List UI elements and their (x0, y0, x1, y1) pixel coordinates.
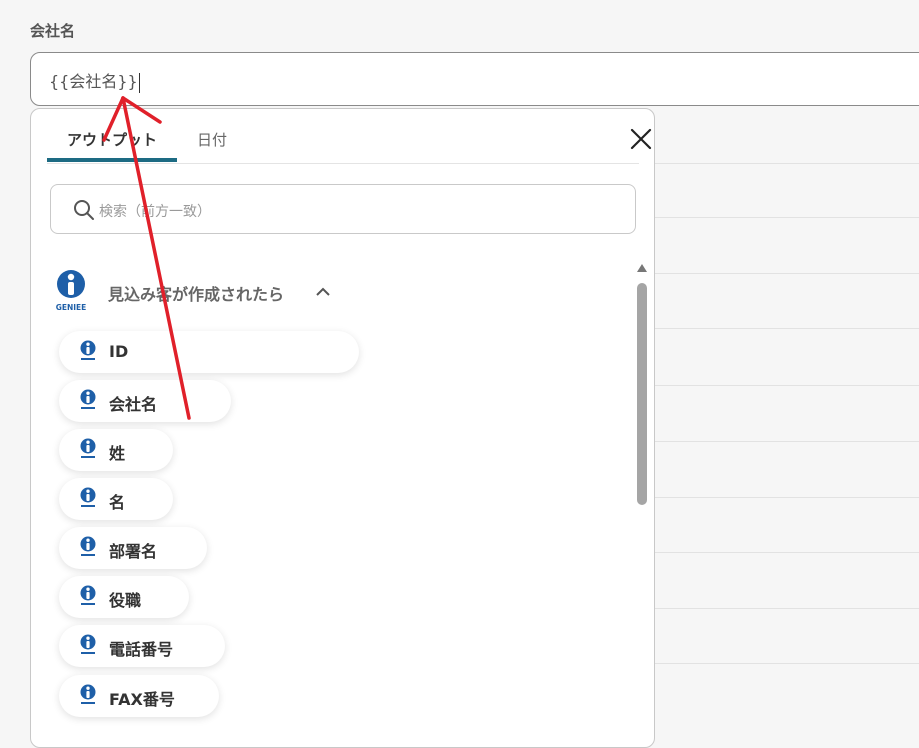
svg-text:GENIEE: GENIEE (56, 303, 87, 312)
text-caret (138, 72, 140, 93)
output-picker-popup: アウトプット 日付 検索（前方一致） GENIEE 見込み客が作成されたら ID… (30, 108, 655, 748)
output-item-job-title[interactable]: 役職 (59, 576, 189, 618)
search-input[interactable]: 検索（前方一致） (50, 184, 636, 234)
output-item-first-name[interactable]: 名 (59, 478, 173, 520)
group-title: 見込み客が作成されたら (108, 285, 285, 304)
background-rows (655, 108, 919, 726)
input-value: {{会社名}} (49, 72, 140, 93)
company-name-input[interactable]: {{会社名}} (30, 52, 919, 106)
search-placeholder: 検索（前方一致） (99, 204, 211, 220)
geniee-logo-icon (80, 487, 96, 507)
geniee-logo-icon (80, 536, 96, 556)
output-item-label: FAX番号 (109, 690, 175, 709)
output-item-phone[interactable]: 電話番号 (59, 625, 225, 667)
geniee-logo-icon (80, 340, 96, 360)
tab-date[interactable]: 日付 (197, 129, 227, 150)
chevron-up-icon[interactable] (315, 285, 331, 297)
scroll-thumb[interactable] (637, 283, 647, 505)
output-item-label: 電話番号 (109, 640, 174, 659)
output-item-label: 姓 (109, 444, 126, 463)
trigger-group-header[interactable]: GENIEE 見込み客が作成されたら (53, 269, 353, 313)
scrollbar[interactable] (634, 261, 648, 741)
output-item-company-name[interactable]: 会社名 (59, 380, 231, 422)
tab-output[interactable]: アウトプット (67, 129, 157, 150)
geniee-logo-icon: GENIEE (56, 270, 87, 312)
field-label: 会社名 (30, 22, 76, 40)
tab-bar: アウトプット 日付 (47, 109, 652, 164)
output-item-label: 会社名 (109, 395, 158, 414)
geniee-logo-icon (80, 634, 96, 654)
active-tab-indicator (47, 158, 177, 162)
output-item-id[interactable]: ID (59, 331, 359, 373)
scroll-up-icon[interactable] (636, 263, 648, 273)
geniee-logo-icon (80, 684, 96, 704)
output-item-label: ID (109, 342, 129, 361)
geniee-logo-icon (80, 438, 96, 458)
output-item-label: 名 (109, 493, 126, 512)
geniee-logo-icon (80, 389, 96, 409)
close-icon (630, 128, 652, 150)
search-icon (74, 200, 94, 220)
close-button[interactable] (627, 125, 654, 153)
output-item-label: 部署名 (109, 542, 158, 561)
output-item-fax[interactable]: FAX番号 (59, 675, 219, 717)
geniee-logo-icon (80, 585, 96, 605)
output-item-last-name[interactable]: 姓 (59, 429, 173, 471)
output-item-label: 役職 (109, 591, 142, 610)
output-item-department[interactable]: 部署名 (59, 527, 207, 569)
